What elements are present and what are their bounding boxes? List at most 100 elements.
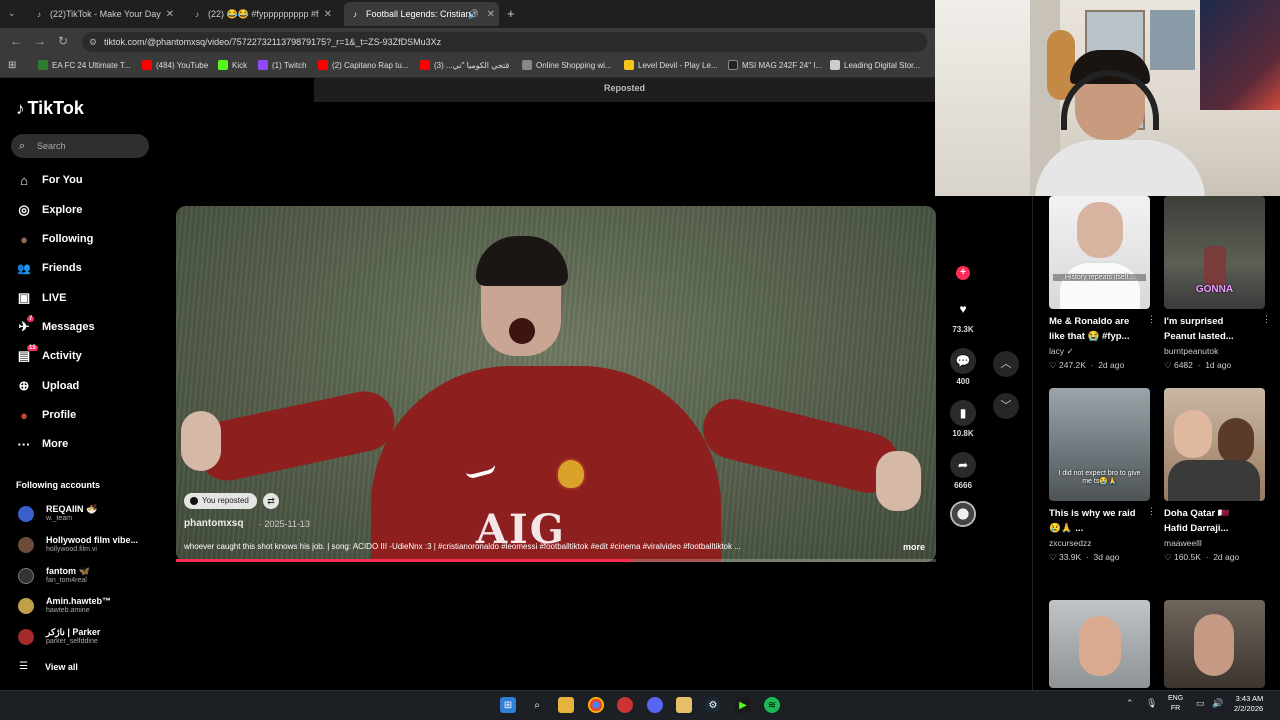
close-icon[interactable]: ✕ xyxy=(324,9,332,20)
comment-action[interactable]: 💬 400 xyxy=(950,348,976,386)
speaker-icon[interactable]: 🔊 xyxy=(1212,698,1223,709)
video-progress-bar[interactable] xyxy=(176,559,936,562)
view-all-link[interactable]: View all xyxy=(45,662,78,672)
tiktok-logo[interactable]: ♪ TikTok xyxy=(16,98,84,119)
more-options-icon[interactable]: ⋮ xyxy=(1147,314,1156,325)
save-count: 10.8K xyxy=(952,429,974,438)
twitch-icon xyxy=(258,60,268,70)
close-icon[interactable]: ✕ xyxy=(166,9,174,20)
heart-icon[interactable]: ♥ xyxy=(950,296,976,322)
tab-tiktok-video[interactable]: ♪ (22) 😂😂 #fyppppppppp #f ✕ xyxy=(186,2,336,26)
microphone-icon[interactable]: 🎙 xyxy=(1146,698,1157,709)
like-action[interactable]: ♥ 73.3K xyxy=(950,296,976,334)
url-input[interactable]: ⚙ tiktok.com/@phantomxsq/video/757227321… xyxy=(82,32,927,52)
chevron-up-icon[interactable]: ⌃ xyxy=(1126,698,1134,709)
app-icon[interactable]: ▶ xyxy=(735,697,751,713)
caption-more-button[interactable]: more xyxy=(903,542,925,552)
video-thumbnail[interactable]: I did not expect bro to give me ts😭🙏 xyxy=(1049,388,1150,501)
bookmark-item[interactable]: (1) Twitch xyxy=(258,60,307,70)
chrome-icon[interactable] xyxy=(588,697,604,713)
nav-messages[interactable]: ✈ 7 Messages xyxy=(16,316,95,337)
share-icon[interactable]: ➦ xyxy=(950,452,976,478)
nav-friends[interactable]: 👥 Friends xyxy=(16,258,82,278)
tab-tiktok-home[interactable]: ♪ (22)TikTok - Make Your Day ✕ xyxy=(28,2,178,26)
back-icon[interactable]: ← xyxy=(10,34,22,48)
thumb-face xyxy=(1077,202,1123,258)
steam-icon[interactable]: ⚙ xyxy=(705,697,721,713)
nav-following[interactable]: ● Following xyxy=(16,229,93,249)
close-icon[interactable]: ✕ xyxy=(487,9,495,20)
recommended-video-card[interactable]: History repeats itself... Me & Ronaldo a… xyxy=(1049,196,1156,370)
tab-label: (22) 😂😂 #fyppppppppp #f xyxy=(208,8,319,19)
video-thumbnail[interactable] xyxy=(1049,600,1150,688)
notes-icon[interactable] xyxy=(676,697,692,713)
recommended-video-card[interactable]: I did not expect bro to give me ts😭🙏 Thi… xyxy=(1049,388,1156,562)
nav-for-you[interactable]: ⌂ For You xyxy=(16,170,82,190)
share-action[interactable]: ➦ 6666 xyxy=(950,452,976,490)
bookmark-item[interactable]: Level Devil - Play Le... xyxy=(624,60,718,70)
nav-live[interactable]: ▣ LIVE xyxy=(16,288,67,308)
tab-football-legends[interactable]: ♪ Football Legends: Cristiano 🔊 ✕ xyxy=(344,2,499,26)
next-video-button[interactable]: ﹀ xyxy=(993,393,1019,419)
spotify-icon[interactable]: ≋ xyxy=(764,697,780,713)
bookmark-item[interactable]: Leading Digital Stor... xyxy=(830,60,920,70)
video-thumbnail[interactable] xyxy=(1164,600,1265,688)
bookmark-item[interactable]: (484) YouTube xyxy=(142,60,208,70)
recommended-video-card[interactable]: Doha Qatar 🇶🇦 Hafid Darraji... maaweelll… xyxy=(1164,388,1265,562)
file-explorer-icon[interactable] xyxy=(558,697,574,713)
site-info-icon[interactable]: ⚙ xyxy=(89,32,97,52)
video-thumbnail[interactable]: History repeats itself... xyxy=(1049,196,1150,309)
bookmark-icon[interactable]: ▮ xyxy=(950,400,976,426)
app-icon[interactable] xyxy=(617,697,633,713)
forward-icon[interactable]: → xyxy=(34,34,46,48)
nav-activity[interactable]: ▤ 15 Activity xyxy=(16,345,82,366)
recommended-video-card[interactable] xyxy=(1049,600,1150,688)
more-options-icon[interactable]: ⋮ xyxy=(1262,314,1271,325)
following-account[interactable]: REQAIIN 🍜 w._team xyxy=(16,501,166,527)
previous-video-button[interactable]: ︿ xyxy=(993,351,1019,377)
discord-icon[interactable] xyxy=(647,697,663,713)
activity-badge: 15 xyxy=(27,345,38,351)
bookmark-item[interactable]: MSI MAG 242F 24" I... xyxy=(728,60,822,70)
search-icon[interactable]: ⌕ xyxy=(529,697,545,713)
tiktok-note-icon: ♪ xyxy=(16,98,25,118)
bookmark-item[interactable]: EA FC 24 Ultimate T... xyxy=(38,60,131,70)
video-thumbnail[interactable] xyxy=(1164,388,1265,501)
following-account[interactable]: Hollywood film vibe... hollywood.film.vi xyxy=(16,532,166,558)
following-account[interactable]: Amin.hawteb™ hawteb.amine xyxy=(16,593,166,619)
nav-profile[interactable]: ● Profile xyxy=(16,405,76,425)
nav-more[interactable]: ··· More xyxy=(16,434,69,454)
video-author[interactable]: phantomxsq xyxy=(184,518,243,529)
nav-explore[interactable]: ◎ Explore xyxy=(16,200,82,220)
language-indicator[interactable]: ENG FR xyxy=(1168,694,1183,714)
bookmark-item[interactable]: قتحي الكوميا "تي... (3) xyxy=(420,60,509,70)
save-action[interactable]: ▮ 10.8K xyxy=(950,400,976,438)
more-options-icon[interactable]: ⋮ xyxy=(1147,506,1156,517)
search-input[interactable]: ⌕ Search xyxy=(11,134,149,158)
bookmark-item[interactable]: (2) Capitano Rap tu... xyxy=(318,60,408,70)
new-tab-button[interactable]: + xyxy=(507,6,515,21)
music-disc-icon[interactable] xyxy=(950,501,976,527)
tab-bar: ⌄ ♪ (22)TikTok - Make Your Day ✕ ♪ (22) … xyxy=(0,0,935,28)
clock[interactable]: 3:43 AM 2/2/2026 xyxy=(1234,694,1263,714)
recommended-video-card[interactable]: GONNA I'm surprised Peanut lasted... ⋮ b… xyxy=(1164,196,1271,370)
tab-list-icon[interactable]: ⌄ xyxy=(8,8,16,19)
nav-upload[interactable]: ⊕ Upload xyxy=(16,376,80,396)
comment-icon[interactable]: 💬 xyxy=(950,348,976,374)
bookmark-item[interactable]: Kick xyxy=(218,60,247,70)
monitor-icon[interactable]: ▭ xyxy=(1196,698,1205,709)
video-thumbnail[interactable]: GONNA xyxy=(1164,196,1265,309)
apps-grid-icon[interactable]: ⊞ xyxy=(8,60,16,71)
following-account[interactable]: ناژکر | Parker parker_selfddine xyxy=(16,624,166,650)
follow-button[interactable]: + xyxy=(956,266,970,280)
following-account[interactable]: fantom 🦋 fan_tom4real xyxy=(16,563,166,589)
repost-icon[interactable]: ⇄ xyxy=(263,493,279,509)
speaker-icon[interactable]: 🔊 xyxy=(468,9,479,20)
video-date: · 2025-11-13 xyxy=(259,519,310,529)
video-player[interactable]: AIG xyxy=(176,206,936,562)
reload-icon[interactable]: ↻ xyxy=(58,34,68,48)
bookmark-item[interactable]: Online Shopping wi... xyxy=(522,60,612,70)
windows-start-icon[interactable]: ⊞ xyxy=(500,697,516,713)
you-reposted-pill: You reposted xyxy=(184,493,257,509)
recommended-video-card[interactable] xyxy=(1164,600,1265,688)
